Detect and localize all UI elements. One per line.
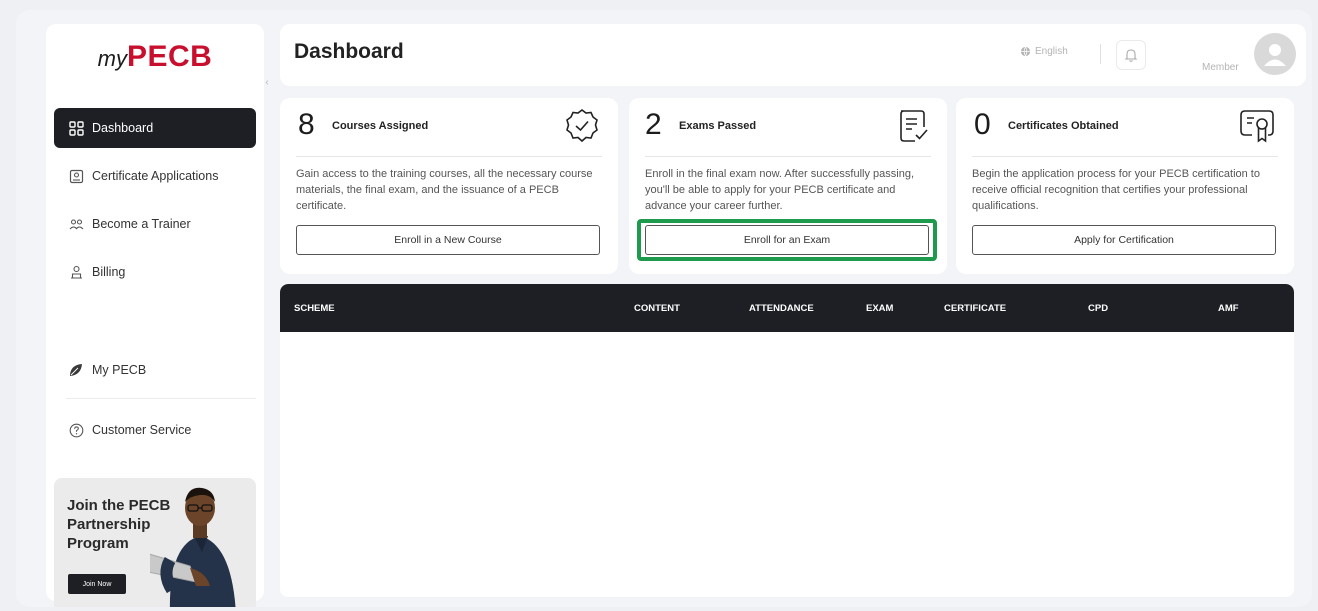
notifications-button[interactable] — [1116, 40, 1146, 70]
sidebar-item-label: Dashboard — [92, 121, 154, 135]
certificates-label: Certificates Obtained — [1008, 120, 1119, 132]
check-badge-icon — [566, 109, 598, 143]
logo[interactable]: myPECB — [46, 40, 264, 74]
user-avatar[interactable] — [1254, 33, 1296, 75]
column-header-content[interactable]: CONTENT — [634, 303, 680, 314]
exam-checklist-icon — [900, 110, 928, 142]
column-header-scheme[interactable]: SCHEME — [294, 303, 335, 314]
certificate-ribbon-icon — [1240, 110, 1274, 143]
sidebar-item-label: My PECB — [92, 363, 147, 377]
exams-count: 2 — [645, 108, 662, 141]
top-header: Dashboard English Member — [280, 24, 1306, 86]
column-header-cpd[interactable]: CPD — [1088, 303, 1108, 314]
sidebar-item-label: Certificate Applications — [92, 169, 219, 183]
sidebar-item-label: Customer Service — [92, 423, 192, 437]
table-header: SCHEME CONTENT ATTENDANCE EXAM CERTIFICA… — [280, 284, 1294, 332]
help-circle-icon — [68, 422, 84, 438]
sidebar-item-label: Billing — [92, 265, 126, 279]
column-header-exam[interactable]: EXAM — [866, 303, 893, 314]
trainer-icon — [68, 216, 84, 232]
globe-icon — [1020, 46, 1031, 57]
enroll-exam-button[interactable]: Enroll for an Exam — [645, 225, 929, 255]
dashboard-grid-icon — [68, 120, 84, 136]
card-certificates-obtained: 0 Certificates Obtained Begin the applic… — [956, 98, 1294, 274]
sidebar-item-certificate-applications[interactable]: Certificate Applications — [54, 156, 256, 196]
certificates-count: 0 — [974, 108, 991, 141]
language-label: English — [1035, 46, 1068, 57]
exams-label: Exams Passed — [679, 120, 757, 132]
partnership-promo: Join the PECB Partnership Program Join N… — [54, 478, 256, 607]
certificate-icon — [68, 168, 84, 184]
courses-count: 8 — [298, 108, 315, 141]
pecb-leaf-icon — [68, 362, 84, 378]
sidebar-item-dashboard[interactable]: Dashboard — [54, 108, 256, 148]
billing-icon — [68, 264, 84, 280]
apply-certification-button[interactable]: Apply for Certification — [972, 225, 1276, 255]
sidebar-item-become-trainer[interactable]: Become a Trainer — [54, 204, 256, 244]
column-header-attendance[interactable]: ATTENDANCE — [749, 303, 814, 314]
logo-my: my — [97, 46, 127, 71]
promo-person-illustration — [150, 487, 236, 607]
card-exams-passed: 2 Exams Passed Enroll in the final exam … — [629, 98, 947, 274]
courses-table: SCHEME CONTENT ATTENDANCE EXAM CERTIFICA… — [280, 284, 1294, 597]
sidebar-divider — [66, 398, 256, 399]
column-header-certificate[interactable]: CERTIFICATE — [944, 303, 1006, 314]
logo-pecb: PECB — [126, 40, 213, 73]
card-divider — [296, 156, 602, 157]
column-header-amf[interactable]: AMF — [1218, 303, 1239, 314]
user-icon — [1264, 44, 1286, 66]
bell-icon — [1124, 49, 1138, 62]
sidebar-item-label: Become a Trainer — [92, 217, 191, 231]
sidebar-item-customer-service[interactable]: Customer Service — [54, 410, 256, 450]
sidebar-item-my-pecb[interactable]: My PECB — [54, 350, 256, 390]
app-frame: myPECB Dashboard Certificate Application… — [16, 10, 1312, 607]
card-divider — [972, 156, 1278, 157]
header-divider — [1100, 44, 1101, 64]
member-label: Member — [1202, 62, 1239, 73]
courses-description: Gain access to the training courses, all… — [296, 168, 593, 212]
sidebar-item-billing[interactable]: Billing — [54, 252, 256, 292]
sidebar-collapse-toggle[interactable]: ‹ — [260, 74, 274, 92]
certificates-description: Begin the application process for your P… — [972, 168, 1260, 212]
sidebar: myPECB Dashboard Certificate Application… — [46, 24, 264, 607]
exams-description: Enroll in the final exam now. After succ… — [645, 168, 915, 212]
language-selector[interactable]: English — [1020, 46, 1068, 57]
courses-label: Courses Assigned — [332, 120, 429, 132]
join-now-button[interactable]: Join Now — [68, 574, 126, 594]
card-divider — [645, 156, 931, 157]
card-courses-assigned: 8 Courses Assigned Gain access to the tr… — [280, 98, 618, 274]
page-title: Dashboard — [294, 40, 404, 63]
enroll-new-course-button[interactable]: Enroll in a New Course — [296, 225, 600, 255]
